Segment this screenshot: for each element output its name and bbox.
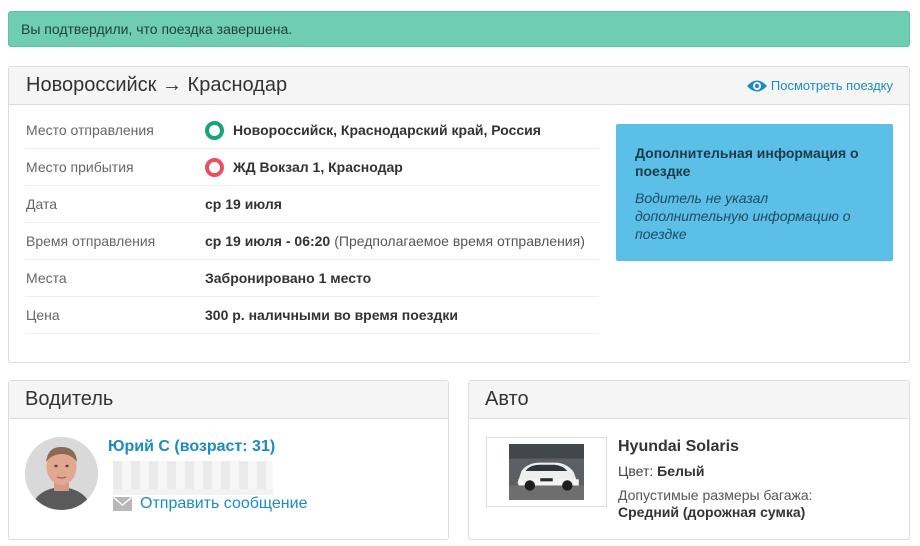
view-trip-link[interactable]: Посмотреть поездку xyxy=(746,78,893,93)
row-departure: Место отправления Новороссийск, Краснода… xyxy=(25,112,599,149)
driver-avatar[interactable] xyxy=(25,437,98,510)
departure-value: Новороссийск, Краснодарский край, Россия xyxy=(205,120,541,140)
driver-photo xyxy=(25,437,98,510)
send-message-label: Отправить сообщение xyxy=(140,495,308,512)
car-photo xyxy=(509,444,584,500)
car-model: Hyundai Solaris xyxy=(618,438,739,455)
driver-panel-header: Водитель xyxy=(9,381,448,419)
luggage-label: Допустимые размеры багажа: xyxy=(618,487,813,503)
departure-time-note: (Предполагаемое время отправления) xyxy=(334,233,585,249)
driver-name-link[interactable]: Юрий С (возраст: 31) xyxy=(108,438,275,456)
departure-time-value: ср 19 июля - 06:20 (Предполагаемое время… xyxy=(205,233,585,249)
car-color-value: Белый xyxy=(657,463,705,479)
date-label: Дата xyxy=(26,196,58,212)
car-color-label: Цвет: xyxy=(618,463,654,479)
price-label: Цена xyxy=(26,307,60,323)
trip-title: Новороссийск → Краснодар xyxy=(26,74,288,96)
departure-pin-icon xyxy=(205,120,224,140)
additional-info-text: Водитель не указал дополнительную информ… xyxy=(635,190,851,242)
driver-panel: Водитель Юрий С (возраст: 31) Отправить … xyxy=(8,380,449,540)
arrival-pin-icon xyxy=(205,157,224,177)
car-panel: Авто Hyundai Solaris Цвет: Белый Допусти… xyxy=(468,380,910,540)
car-panel-header: Авто xyxy=(469,381,909,419)
trip-panel-header: Новороссийск → Краснодар Посмотреть поез… xyxy=(9,67,909,105)
departure-time-label: Время отправления xyxy=(26,233,156,249)
row-date: Дата ср 19 июля xyxy=(25,186,599,223)
luggage-value: Средний (дорожная сумка) xyxy=(618,504,806,520)
row-price: Цена 300 р. наличными во время поездки xyxy=(25,297,599,334)
row-arrival: Место прибытия ЖД Вокзал 1, Краснодар xyxy=(25,149,599,186)
additional-info-title: Дополнительная информация о поездке xyxy=(635,145,859,179)
seats-value: Забронировано 1 место xyxy=(205,270,372,286)
arrival-value: ЖД Вокзал 1, Краснодар xyxy=(205,157,403,177)
departure-text: Новороссийск, Краснодарский край, Россия xyxy=(233,122,541,138)
additional-info-box: Дополнительная информация о поездке Води… xyxy=(616,124,893,261)
success-alert: Вы подтвердили, что поездка завершена. xyxy=(8,11,910,47)
departure-time-text: ср 19 июля - 06:20 xyxy=(205,233,331,249)
date-value: ср 19 июля xyxy=(205,196,282,212)
row-departure-time: Время отправления ср 19 июля - 06:20 (Пр… xyxy=(25,223,599,260)
redacted-contact xyxy=(113,461,273,489)
seats-label: Места xyxy=(26,270,67,286)
arrival-label: Место прибытия xyxy=(26,159,134,175)
car-photo-frame[interactable] xyxy=(486,437,607,507)
car-color: Цвет: Белый xyxy=(618,463,704,479)
row-seats: Места Забронировано 1 место xyxy=(25,260,599,297)
car-title: Авто xyxy=(485,388,529,410)
send-message-link[interactable]: Отправить сообщение xyxy=(113,495,307,513)
eye-icon xyxy=(746,80,767,91)
view-trip-label: Посмотреть поездку xyxy=(770,78,893,93)
trip-panel: Новороссийск → Краснодар Посмотреть поез… xyxy=(8,66,910,363)
driver-title: Водитель xyxy=(25,388,114,410)
price-value: 300 р. наличными во время поездки xyxy=(205,307,459,323)
trip-details: Место отправления Новороссийск, Краснода… xyxy=(25,112,599,334)
envelope-icon xyxy=(113,497,132,511)
departure-label: Место отправления xyxy=(26,122,154,138)
arrival-text: ЖД Вокзал 1, Краснодар xyxy=(233,159,403,175)
